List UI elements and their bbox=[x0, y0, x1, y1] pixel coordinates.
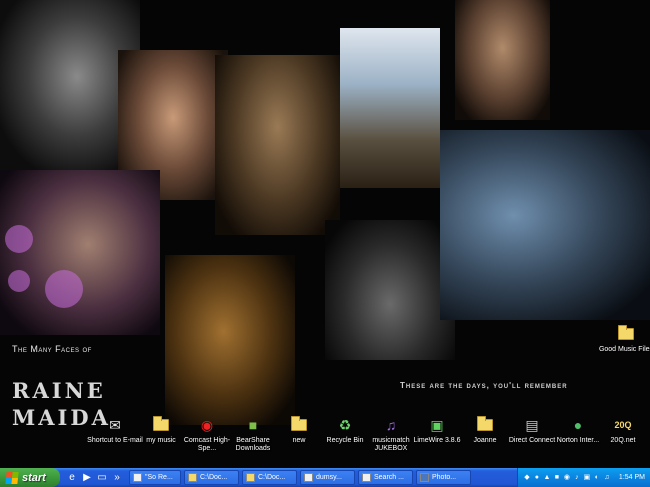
desktop-icon-label: Norton Inter... bbox=[556, 437, 600, 444]
desktop-icon-label: my music bbox=[146, 437, 176, 444]
taskbar-button[interactable]: dumsy... bbox=[300, 470, 355, 485]
chevron-icon[interactable]: » bbox=[111, 472, 123, 484]
folder-icon bbox=[289, 416, 309, 434]
folder-icon bbox=[475, 416, 495, 434]
folder-icon bbox=[246, 473, 255, 482]
ie-icon bbox=[133, 473, 142, 482]
direct-connect-icon: ▤ bbox=[525, 417, 539, 433]
comcast-icon: ◉ bbox=[200, 417, 214, 433]
desktop-icon-label: new bbox=[292, 437, 306, 444]
system-tray: ◆ ● ▲ ■ ◉ ♪ ▣ ◐ ♫ 1:54 PM bbox=[516, 468, 650, 487]
recycle-bin-icon: ♻ bbox=[338, 417, 352, 433]
wallpaper-tagline: These are the days, you'll remember bbox=[400, 381, 568, 390]
tray-icon[interactable]: ◉ bbox=[563, 474, 571, 482]
folder-icon bbox=[188, 473, 197, 482]
desktop-icon-label: 20Q.net bbox=[610, 437, 636, 444]
taskbar-button-label: dumsy... bbox=[316, 474, 342, 481]
tray-icon[interactable]: ◐ bbox=[593, 474, 601, 482]
tray-icon[interactable]: ◆ bbox=[523, 474, 531, 482]
volume-icon[interactable]: ♫ bbox=[603, 474, 611, 482]
desktop-icon-20q[interactable]: 20Q 20Q.net bbox=[594, 416, 650, 445]
taskbar-button-label: "So Re... bbox=[145, 474, 173, 481]
tray-icon[interactable]: ▣ bbox=[583, 474, 591, 482]
document-icon bbox=[304, 473, 313, 482]
desktop-icon-label: LimeWire 3.8.6 bbox=[413, 437, 461, 444]
tray-icon[interactable]: ● bbox=[533, 474, 541, 482]
desktop-icon-label: Good Music Files bbox=[598, 346, 650, 353]
taskbar-button-label: Photo... bbox=[432, 474, 457, 481]
folder-icon bbox=[616, 325, 636, 343]
limewire-icon: ▣ bbox=[430, 417, 444, 433]
collage-photo bbox=[0, 170, 160, 335]
tray-icon[interactable]: ♪ bbox=[573, 474, 581, 482]
taskbar-button[interactable]: C:\Doc... bbox=[184, 470, 239, 485]
musicmatch-icon: ♫ bbox=[385, 417, 397, 433]
start-button[interactable]: start bbox=[0, 468, 60, 487]
collage-photo bbox=[215, 55, 340, 235]
collage-photo bbox=[455, 0, 550, 120]
collage-photo bbox=[340, 28, 440, 188]
desktop-icon-label: Recycle Bin bbox=[326, 437, 364, 444]
folder-icon bbox=[151, 416, 171, 434]
collage-photo bbox=[440, 130, 650, 320]
collage-photo bbox=[325, 220, 455, 360]
20q-icon: 20Q bbox=[614, 419, 632, 430]
desktop[interactable]: The Many Faces of RAINE MAIDA These are … bbox=[0, 0, 650, 468]
taskbar-button[interactable]: C:\Doc... bbox=[242, 470, 297, 485]
wallpaper-caption: The Many Faces of bbox=[12, 344, 92, 354]
taskbar: start e ▶ ▭ » "So Re... C:\Doc... C:\Doc… bbox=[0, 468, 650, 487]
norton-icon: ● bbox=[573, 417, 583, 433]
search-icon bbox=[362, 473, 371, 482]
wallpaper-name-line1: RAINE bbox=[12, 378, 106, 403]
collage-photo bbox=[165, 255, 295, 425]
tray-icon[interactable]: ■ bbox=[553, 474, 561, 482]
windows-logo-icon bbox=[5, 471, 19, 484]
taskbar-button-label: C:\Doc... bbox=[258, 474, 286, 481]
photoshop-icon bbox=[420, 473, 429, 482]
taskbar-button-label: Search ... bbox=[374, 474, 404, 481]
taskbar-button-label: C:\Doc... bbox=[200, 474, 228, 481]
start-label: start bbox=[22, 471, 46, 484]
taskbar-button[interactable]: Search ... bbox=[358, 470, 413, 485]
quick-launch: e ▶ ▭ » bbox=[60, 472, 126, 484]
email-icon: ✉ bbox=[109, 417, 121, 433]
desktop-icon-good-music-files[interactable]: Good Music Files bbox=[597, 325, 650, 354]
bearshare-icon: ■ bbox=[248, 417, 258, 433]
ie-icon[interactable]: e bbox=[66, 472, 78, 484]
show-desktop-icon[interactable]: ▭ bbox=[96, 472, 108, 484]
taskbar-button[interactable]: "So Re... bbox=[129, 470, 181, 485]
taskbar-button[interactable]: Photo... bbox=[416, 470, 471, 485]
clock[interactable]: 1:54 PM bbox=[619, 474, 645, 481]
desktop-icon-label: Joanne bbox=[473, 437, 497, 444]
media-player-icon[interactable]: ▶ bbox=[81, 472, 93, 484]
tray-icon[interactable]: ▲ bbox=[543, 474, 551, 482]
